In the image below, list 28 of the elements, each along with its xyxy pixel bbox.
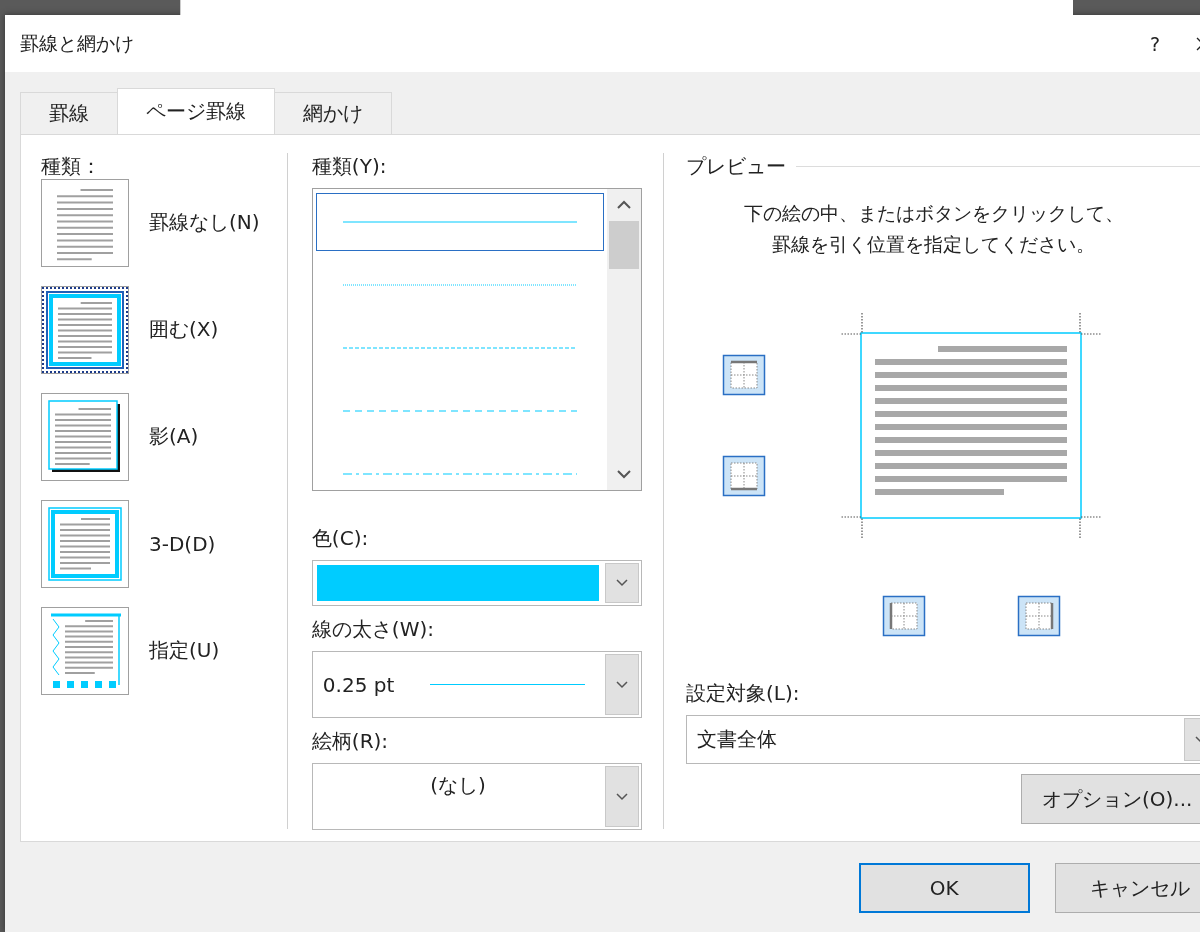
dialog-button[interactable]: OK bbox=[859, 863, 1030, 913]
art-dropdown[interactable]: (なし) bbox=[311, 763, 642, 830]
group-title: プレビュー bbox=[686, 153, 786, 180]
option-label: 影(A) bbox=[149, 423, 199, 450]
field-label: 設定対象(L): bbox=[686, 680, 801, 707]
tab[interactable]: 罫線 bbox=[20, 92, 118, 134]
dropdown-value: (なし) bbox=[430, 772, 486, 799]
dialog-button[interactable]: キャンセル bbox=[1054, 863, 1200, 913]
field-label: 種類(Y): bbox=[311, 153, 388, 180]
field-label: 線の太さ(W): bbox=[311, 616, 435, 643]
options-button[interactable]: オプション(O)... bbox=[1021, 774, 1200, 824]
field-label: 色(C): bbox=[311, 525, 370, 552]
tab[interactable]: ページ罫線 bbox=[117, 88, 275, 134]
help-button[interactable]: ? bbox=[1115, 31, 1195, 56]
option-label: 指定(U) bbox=[149, 637, 220, 664]
option-label: 囲む(X) bbox=[149, 316, 219, 343]
dropdown-value: 0.25 pt bbox=[322, 672, 395, 697]
line-width-dropdown[interactable]: 0.25 pt bbox=[311, 651, 642, 718]
instruction-text: 罫線を引く位置を指定してください。 bbox=[771, 232, 1096, 257]
instruction-text: 下の絵の中、またはボタンをクリックして、 bbox=[742, 201, 1125, 226]
field-label: 絵柄(R): bbox=[311, 728, 390, 755]
tab[interactable]: 網かけ bbox=[274, 92, 392, 134]
apply-to-dropdown[interactable]: 文書全体 bbox=[686, 715, 1200, 764]
field-label: 種類： bbox=[41, 153, 102, 180]
dropdown-value: 文書全体 bbox=[697, 726, 777, 753]
option-label: 3-D(D) bbox=[149, 531, 216, 556]
option-label: 罫線なし(N) bbox=[149, 209, 260, 236]
window-title: 罫線と網かけ bbox=[20, 30, 135, 56]
